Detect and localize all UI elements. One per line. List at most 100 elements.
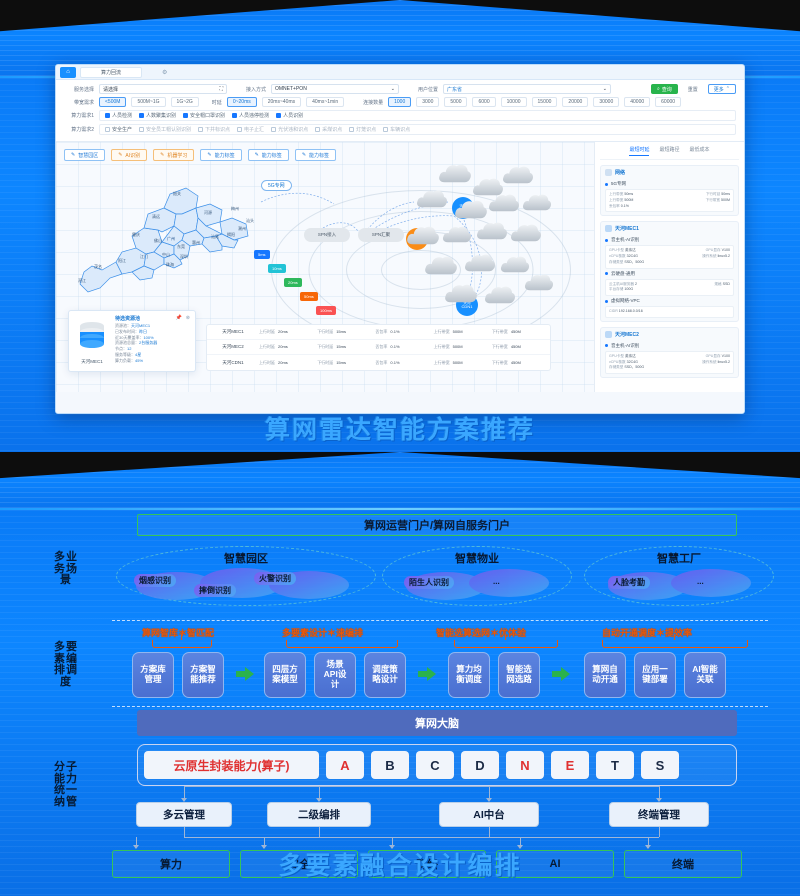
letter-t[interactable]: T (596, 751, 634, 779)
bandwidth-chip-2[interactable]: 1G~2G (170, 97, 199, 107)
table-row[interactable]: 天河CDN1 上行时延 20ms 下行时延 15ms 丢包率 0.1% 上行带宽 500… (207, 355, 550, 370)
tab-lowest-cost[interactable]: 最低成本 (690, 146, 710, 156)
latency-chip-0[interactable]: 0~20ms (226, 97, 257, 107)
conn-chip-4[interactable]: 10000 (500, 97, 527, 107)
req2-checkbox-4[interactable]: 光伏违和识点 (271, 126, 308, 133)
req2-checkbox-7[interactable]: 车辆识点 (383, 126, 410, 133)
mid-box-1[interactable]: 二级编排 (267, 802, 371, 827)
orch-box-1-2[interactable]: 调度策 略设计 (364, 652, 406, 698)
tag-5[interactable]: ✎ 能力标签 (294, 149, 337, 161)
req1-checkbox-0[interactable]: 人员检测 (105, 112, 132, 119)
req2-checkbox-6[interactable]: 灯笼识点 (349, 126, 376, 133)
conn-chip-9[interactable]: 60000 (655, 97, 682, 107)
panel-network: 网络 5G专网 上行带宽 50ms 下行时延 50ms 上行带宽 500M 下行带宽… (600, 165, 739, 217)
reset-button[interactable]: 重置 (683, 84, 703, 94)
conn-chip-1[interactable]: 3000 (416, 97, 440, 107)
conn-chip-0[interactable]: 1000 (388, 97, 412, 107)
req2-checkbox-2[interactable]: 下井标识点 (198, 126, 230, 133)
table-row[interactable]: 天河MEC2 上行时延 20ms 下行时延 15ms 丢包率 0.1% 上行带宽 500… (207, 340, 550, 355)
latency-chip-2[interactable]: 40ms~1min (306, 97, 345, 107)
orch-box-0-1[interactable]: 方案智 能推荐 (182, 652, 224, 698)
scene-smart-factory[interactable]: 智慧工厂 人脸考勤 ... (584, 546, 774, 606)
resource-info-card[interactable]: 📌 ⊗ 天河MEC1 待选资源池 资源池：天河MEC1 已发布时间：昨日 近30… (68, 310, 196, 372)
letter-d[interactable]: D (461, 751, 499, 779)
tab-doc[interactable]: 算力回流 (80, 66, 142, 78)
divider-orchestration (112, 706, 768, 707)
more-button[interactable]: 更多 ⌃ (707, 84, 736, 94)
orch-box-1-0[interactable]: 四层方 案模型 (264, 652, 306, 698)
bandwidth-chip-0[interactable]: <500M (99, 97, 127, 107)
letter-c[interactable]: C (416, 751, 454, 779)
service-select[interactable]: 请选择 ⛶ (99, 84, 227, 94)
orch-box-3-0[interactable]: 算网自 动开通 (584, 652, 626, 698)
orch-box-3-1[interactable]: 应用一 键部署 (634, 652, 676, 698)
tag-1[interactable]: ✎ AI识别 (111, 149, 148, 161)
filter-row-selects: 服务选择 请选择 ⛶ 接入方式 OMNET+PON ⌄ 用户位置 广东省 ⌄ ⌕… (64, 84, 736, 94)
req1-checkbox-2[interactable]: 安全帽口罩识别 (183, 112, 225, 119)
orch-box-0-0[interactable]: 方案库 管理 (132, 652, 174, 698)
letter-a[interactable]: A (326, 751, 364, 779)
cloud-native-capability[interactable]: 云原生封装能力(算子) (144, 751, 319, 779)
mid-box-3[interactable]: 终端管理 (609, 802, 709, 827)
orch-box-3-2[interactable]: AI智能 关联 (684, 652, 726, 698)
req1-checkbox-4[interactable]: 人员识别 (276, 112, 303, 119)
req1-checkbox-3[interactable]: 人员违停检测 (232, 112, 269, 119)
letter-n[interactable]: N (506, 751, 544, 779)
bandwidth-chip-1[interactable]: 500M~1G (131, 97, 166, 107)
orch-box-2-0[interactable]: 算力均 衡调度 (448, 652, 490, 698)
tag-0[interactable]: ✎ 智慧园区 (64, 149, 106, 161)
bottom-3d-box: 算网运营门户/算网自服务门户 多业 务场景 多要 素编 排调度 分子 能力 统一 纳管 智慧… (0, 452, 800, 896)
conn-chip-7[interactable]: 30000 (593, 97, 620, 107)
latency-chip-1[interactable]: 20ms~40ms (261, 97, 302, 107)
latency-chip-50ms: 50ms (300, 292, 318, 301)
mid-box-0[interactable]: 多云管理 (136, 802, 232, 827)
letter-b[interactable]: B (371, 751, 409, 779)
m-v: 450M (510, 329, 521, 334)
tag-2[interactable]: ✎ 机器学习 (153, 149, 195, 161)
letter-e[interactable]: E (551, 751, 589, 779)
topology-canvas[interactable]: ✎ 智慧园区 ✎ AI识别 ✎ 机器学习 ✎ 能力标签 ✎ 能力标签 ✎ 能力标签 (56, 142, 594, 392)
orange-label-1: 多要素设计＊速编排 (282, 628, 364, 638)
guangdong-map[interactable]: 韶关 清远 河源 梅州 肇庆 广州 惠州 汕头 潮州 揭阳 汕尾 江门 佛山 东… (70, 174, 270, 299)
scene-smart-park[interactable]: 智慧园区 烟感识别 摔倒识别 火警识别 (116, 546, 376, 606)
filter-row-req2: 算力需求2 安全生产 安全员工帽认别识别 下井标识点 电子止汇 光伏违和识点 采… (64, 124, 736, 135)
node-spn-access[interactable]: SPN接入 (304, 228, 350, 242)
table-row[interactable]: 天河MEC1 上行时延 20ms 下行时延 15ms 丢包率 0.1% 上行带宽 500… (207, 325, 550, 340)
portal-bar[interactable]: 算网运营门户/算网自服务门户 (137, 514, 737, 536)
tag-4[interactable]: ✎ 能力标签 (247, 149, 289, 161)
kv-k: GPU卡型 (609, 248, 624, 253)
home-icon[interactable]: ⌂ (60, 66, 76, 78)
req2-checkbox-0[interactable]: 安全生产 (105, 126, 132, 133)
access-mode-select[interactable]: OMNET+PON ⌄ (271, 84, 399, 94)
conn-chip-8[interactable]: 40000 (624, 97, 651, 107)
conn-chip-2[interactable]: 5000 (444, 97, 468, 107)
conn-chip-3[interactable]: 6000 (472, 97, 496, 107)
letter-s[interactable]: S (641, 751, 679, 779)
brain-bar[interactable]: 算网大脑 (137, 710, 737, 736)
label-bandwidth: 带宽需求 (73, 99, 94, 106)
orch-box-1-1[interactable]: 场景 API设计 (314, 652, 356, 698)
filter-row-req1: 算力需求1 人员检测 人数聚集识别 安全帽口罩识别 人员违停检测 人员识别 (64, 110, 736, 121)
scene-title-1: 智慧物业 (455, 553, 499, 565)
user-location-select[interactable]: 广东省 ⌄ (443, 84, 611, 94)
req2-checkbox-3[interactable]: 电子止汇 (237, 126, 264, 133)
tab-shortest-latency[interactable]: 最短时延 (629, 146, 650, 156)
req2-checkbox-1[interactable]: 安全员工帽认别识别 (139, 126, 191, 133)
req1-checkbox-1[interactable]: 人数聚集识别 (139, 112, 176, 119)
info-v-5: 4星 (135, 351, 142, 357)
conn-chip-6[interactable]: 20000 (562, 97, 589, 107)
orch-box-2-1[interactable]: 智能选 网选路 (498, 652, 540, 698)
mid-box-2[interactable]: AI中台 (439, 802, 539, 827)
gear-icon[interactable]: ⚙ (162, 69, 167, 76)
tab-shortest-path[interactable]: 最短路径 (659, 146, 679, 156)
kv-k: 上行带宽 (609, 192, 624, 196)
req2-checkbox-5[interactable]: 采煤识点 (315, 126, 342, 133)
map-label-zhuhai: 珠海 (166, 262, 174, 267)
conn-chip-5[interactable]: 15000 (531, 97, 558, 107)
scene-smart-property[interactable]: 智慧物业 陌生人识别 ... (382, 546, 572, 606)
kv-v: 0.1% (620, 203, 629, 208)
info-k-5: 服务等级： (115, 351, 135, 357)
tag-3[interactable]: ✎ 能力标签 (200, 149, 242, 161)
search-button[interactable]: ⌕ 查询 (650, 84, 678, 94)
m-k: 上行时延 (259, 359, 275, 365)
